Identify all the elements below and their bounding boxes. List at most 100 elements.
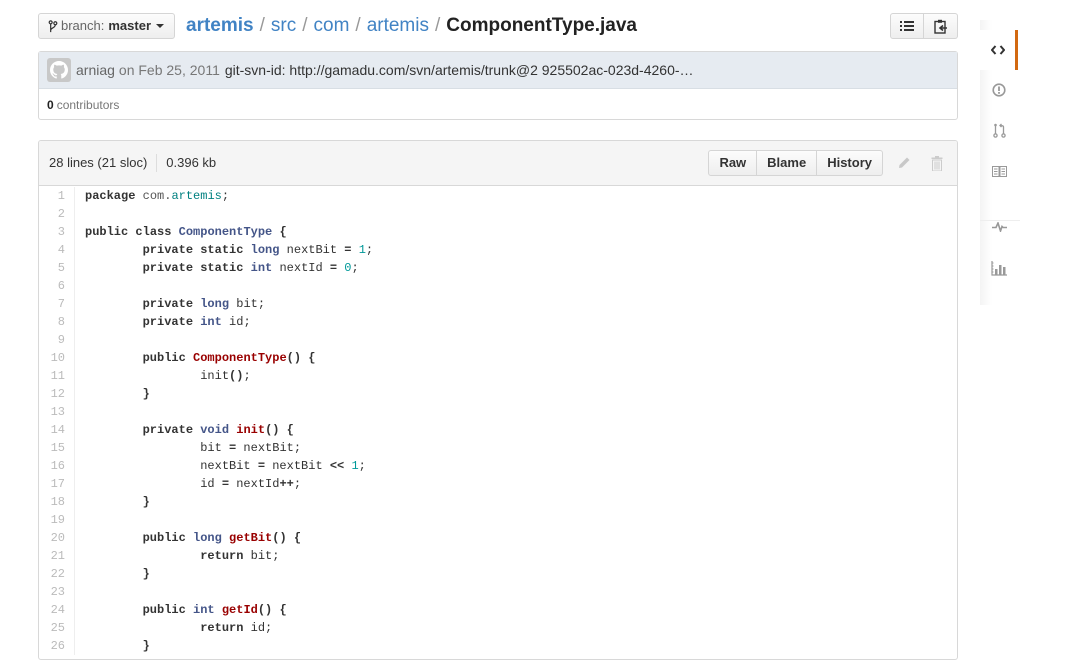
line-number[interactable]: 19 xyxy=(39,511,75,529)
git-pull-request-icon xyxy=(992,123,1006,138)
line-number[interactable]: 7 xyxy=(39,295,75,313)
line-number[interactable]: 4 xyxy=(39,241,75,259)
sidebar-item-issues[interactable] xyxy=(980,70,1018,110)
blame-button[interactable]: Blame xyxy=(757,150,818,176)
code-token: public xyxy=(85,225,129,239)
code-token: ; xyxy=(293,477,302,491)
line-number[interactable]: 9 xyxy=(39,331,75,349)
copy-path-button[interactable] xyxy=(924,13,958,39)
line-number[interactable]: 3 xyxy=(39,223,75,241)
breadcrumb-artemis[interactable]: artemis xyxy=(367,15,429,36)
line-content: private static long nextBit = 1; xyxy=(75,241,373,259)
line-number[interactable]: 23 xyxy=(39,583,75,601)
code-token: nextBit; xyxy=(236,441,302,455)
line-number[interactable]: 18 xyxy=(39,493,75,511)
code-token: bit; xyxy=(243,549,280,563)
code-token: public xyxy=(142,351,186,365)
commit-date: on Feb 25, 2011 xyxy=(118,62,220,78)
contributors[interactable]: 0 contributors xyxy=(39,89,957,120)
code-line: 3 public class ComponentType { xyxy=(39,223,957,241)
line-number[interactable]: 20 xyxy=(39,529,75,547)
commit-message[interactable]: git-svn-id: http://gamadu.com/svn/artemi… xyxy=(225,62,694,78)
branch-label: branch: xyxy=(61,18,105,33)
line-number[interactable]: 5 xyxy=(39,259,75,277)
file-list-button[interactable] xyxy=(890,13,924,39)
breadcrumb-com[interactable]: com xyxy=(314,15,350,36)
line-number[interactable]: 26 xyxy=(39,637,75,655)
code-token: nextId xyxy=(272,261,330,275)
file-header: 28 lines (21 sloc) 0.396 kb Raw Blame Hi… xyxy=(39,141,957,186)
line-content: public int getId() { xyxy=(75,601,287,619)
line-number[interactable]: 10 xyxy=(39,349,75,367)
edit-button[interactable] xyxy=(892,150,916,176)
line-number[interactable]: 16 xyxy=(39,457,75,475)
delete-button[interactable] xyxy=(925,150,949,176)
code-token: ; xyxy=(243,369,251,383)
line-number[interactable]: 25 xyxy=(39,619,75,637)
code-token: { xyxy=(286,423,294,437)
line-number[interactable]: 2 xyxy=(39,205,75,223)
commit-author[interactable]: arniag xyxy=(76,62,115,78)
code-line: 20 public long getBit() { xyxy=(39,529,957,547)
line-number[interactable]: 22 xyxy=(39,565,75,583)
line-number[interactable]: 8 xyxy=(39,313,75,331)
line-content: nextBit = nextBit << 1; xyxy=(75,457,366,475)
code-token: static xyxy=(200,261,244,275)
code-token: << xyxy=(329,459,345,473)
file-info-divider xyxy=(156,154,158,172)
code-token: } xyxy=(142,387,150,401)
sidebar-item-code[interactable] xyxy=(980,30,1018,70)
line-number[interactable]: 14 xyxy=(39,421,75,439)
code-token: package xyxy=(85,189,136,203)
line-number[interactable]: 1 xyxy=(39,187,75,205)
avatar[interactable] xyxy=(47,58,71,82)
line-number[interactable]: 6 xyxy=(39,277,75,295)
line-content: private void init() { xyxy=(75,421,294,439)
code-token: { xyxy=(293,531,302,545)
code-token: bit xyxy=(85,441,230,455)
code-token: } xyxy=(142,639,150,653)
branch-select-button[interactable]: branch: master xyxy=(38,13,176,39)
sidebar-item-pulse[interactable] xyxy=(980,207,1018,247)
history-button[interactable]: History xyxy=(817,150,883,176)
line-content: } xyxy=(75,637,150,655)
code-line: 5 private static int nextId = 0; xyxy=(39,259,957,277)
line-number[interactable]: 21 xyxy=(39,547,75,565)
line-number[interactable]: 24 xyxy=(39,601,75,619)
contributors-label: contributors xyxy=(56,97,120,112)
line-number[interactable]: 11 xyxy=(39,367,75,385)
code-line: 23 xyxy=(39,583,957,601)
code-token: = xyxy=(221,477,230,491)
code-token: return xyxy=(200,621,244,635)
line-number[interactable]: 13 xyxy=(39,403,75,421)
pulse-icon xyxy=(991,222,1007,232)
contributors-count: 0 xyxy=(47,97,54,112)
sidebar-item-graphs[interactable] xyxy=(980,248,1018,288)
breadcrumb-src[interactable]: src xyxy=(271,15,296,36)
line-number[interactable]: 17 xyxy=(39,475,75,493)
file-viewer: 28 lines (21 sloc) 0.396 kb Raw Blame Hi… xyxy=(38,140,958,660)
code-token: = xyxy=(257,459,266,473)
code-token: class xyxy=(135,225,172,239)
file-size: 0.396 kb xyxy=(166,155,217,170)
line-number[interactable]: 12 xyxy=(39,385,75,403)
breadcrumb-separator: / xyxy=(434,15,441,36)
line-number[interactable]: 15 xyxy=(39,439,75,457)
sidebar-item-pull-requests[interactable] xyxy=(980,110,1018,150)
code-token: id; xyxy=(243,621,273,635)
breadcrumb-repo[interactable]: artemis xyxy=(186,15,254,36)
line-content: public class ComponentType { xyxy=(75,223,287,241)
sidebar-item-wiki[interactable] xyxy=(980,151,1018,191)
raw-button[interactable]: Raw xyxy=(708,150,758,176)
code-line: 25 return id; xyxy=(39,619,957,637)
